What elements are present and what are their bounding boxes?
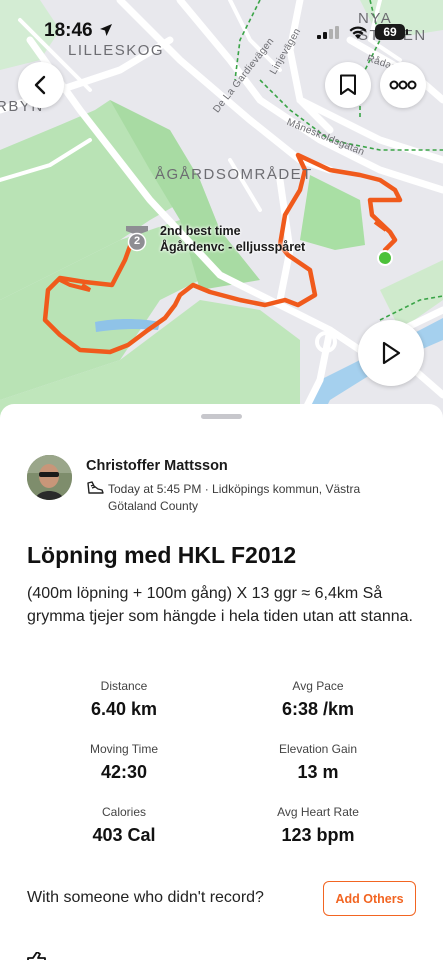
- stat-label: Avg Pace: [292, 679, 344, 693]
- stat-elevation-gain: Elevation Gain 13 m: [218, 742, 418, 783]
- stat-label: Avg Heart Rate: [277, 805, 359, 819]
- route-map[interactable]: LILLESKOG RBYN ÅGÅRDSOMRÅDET NYA STADEN …: [0, 0, 443, 420]
- more-options-button[interactable]: [380, 62, 426, 108]
- more-icon: [389, 80, 417, 90]
- add-others-prompt: With someone who didn't record?: [27, 889, 264, 906]
- shoe-icon: [87, 481, 104, 494]
- status-bar: 18:46 69: [0, 0, 443, 50]
- stat-value: 6:38 /km: [281, 699, 355, 719]
- back-chevron-icon: [34, 75, 46, 95]
- status-time: 18:46: [44, 20, 93, 41]
- avatar-photo: [27, 455, 72, 500]
- stat-value: 42:30: [100, 762, 148, 782]
- athlete-name[interactable]: Christoffer Mattsson: [86, 458, 228, 474]
- activity-title: Löpning med HKL F2012: [27, 542, 297, 568]
- stat-label: Distance: [100, 679, 148, 693]
- stat-distance: Distance 6.40 km: [24, 679, 224, 720]
- stat-avg-heart-rate: Avg Heart Rate 123 bpm: [218, 805, 418, 846]
- stat-value: 123 bpm: [281, 825, 355, 845]
- stat-moving-time: Moving Time 42:30: [24, 742, 224, 783]
- segment-achievement[interactable]: 2nd best time: [160, 224, 241, 238]
- sheet-drag-handle[interactable]: [201, 414, 242, 419]
- activity-description: (400m löpning + 100m gång) X 13 ggr ≈ 6,…: [27, 585, 413, 625]
- stat-value: 6.40 km: [90, 699, 158, 719]
- location-arrow-icon: [100, 24, 112, 36]
- stat-avg-pace: Avg Pace 6:38 /km: [218, 679, 418, 720]
- stat-value: 13 m: [297, 762, 339, 782]
- segment-name[interactable]: Ågårdenvc - elljusspåret: [160, 240, 305, 254]
- avatar[interactable]: [27, 455, 72, 500]
- add-others-button[interactable]: Add Others: [323, 881, 416, 916]
- map-label-agardsomradet: ÅGÅRDSOMRÅDET: [155, 166, 313, 183]
- activity-meta: Today at 5:45 PM · Lidköpings kommun, Vä…: [108, 482, 361, 513]
- wifi-icon: [349, 26, 367, 39]
- stat-calories: Calories 403 Cal: [24, 805, 224, 846]
- segment-rank: 2: [133, 235, 141, 247]
- segment-badge[interactable]: 2: [124, 224, 150, 257]
- bookmark-icon: [340, 74, 356, 95]
- play-icon: [382, 341, 401, 365]
- kudos-icon[interactable]: [25, 952, 49, 960]
- stat-value: 403 Cal: [92, 825, 156, 845]
- battery-cap: [406, 29, 408, 35]
- battery-level: 69: [375, 24, 405, 40]
- signal-icon: [317, 26, 339, 39]
- bookmark-button[interactable]: [325, 62, 371, 108]
- play-flyover-button[interactable]: [358, 320, 424, 386]
- activity-details-sheet: Christoffer Mattsson Today at 5:45 PM · …: [0, 404, 443, 960]
- back-button[interactable]: [18, 62, 64, 108]
- stat-label: Moving Time: [89, 742, 159, 756]
- stat-label: Elevation Gain: [278, 742, 358, 756]
- stat-label: Calories: [101, 805, 146, 819]
